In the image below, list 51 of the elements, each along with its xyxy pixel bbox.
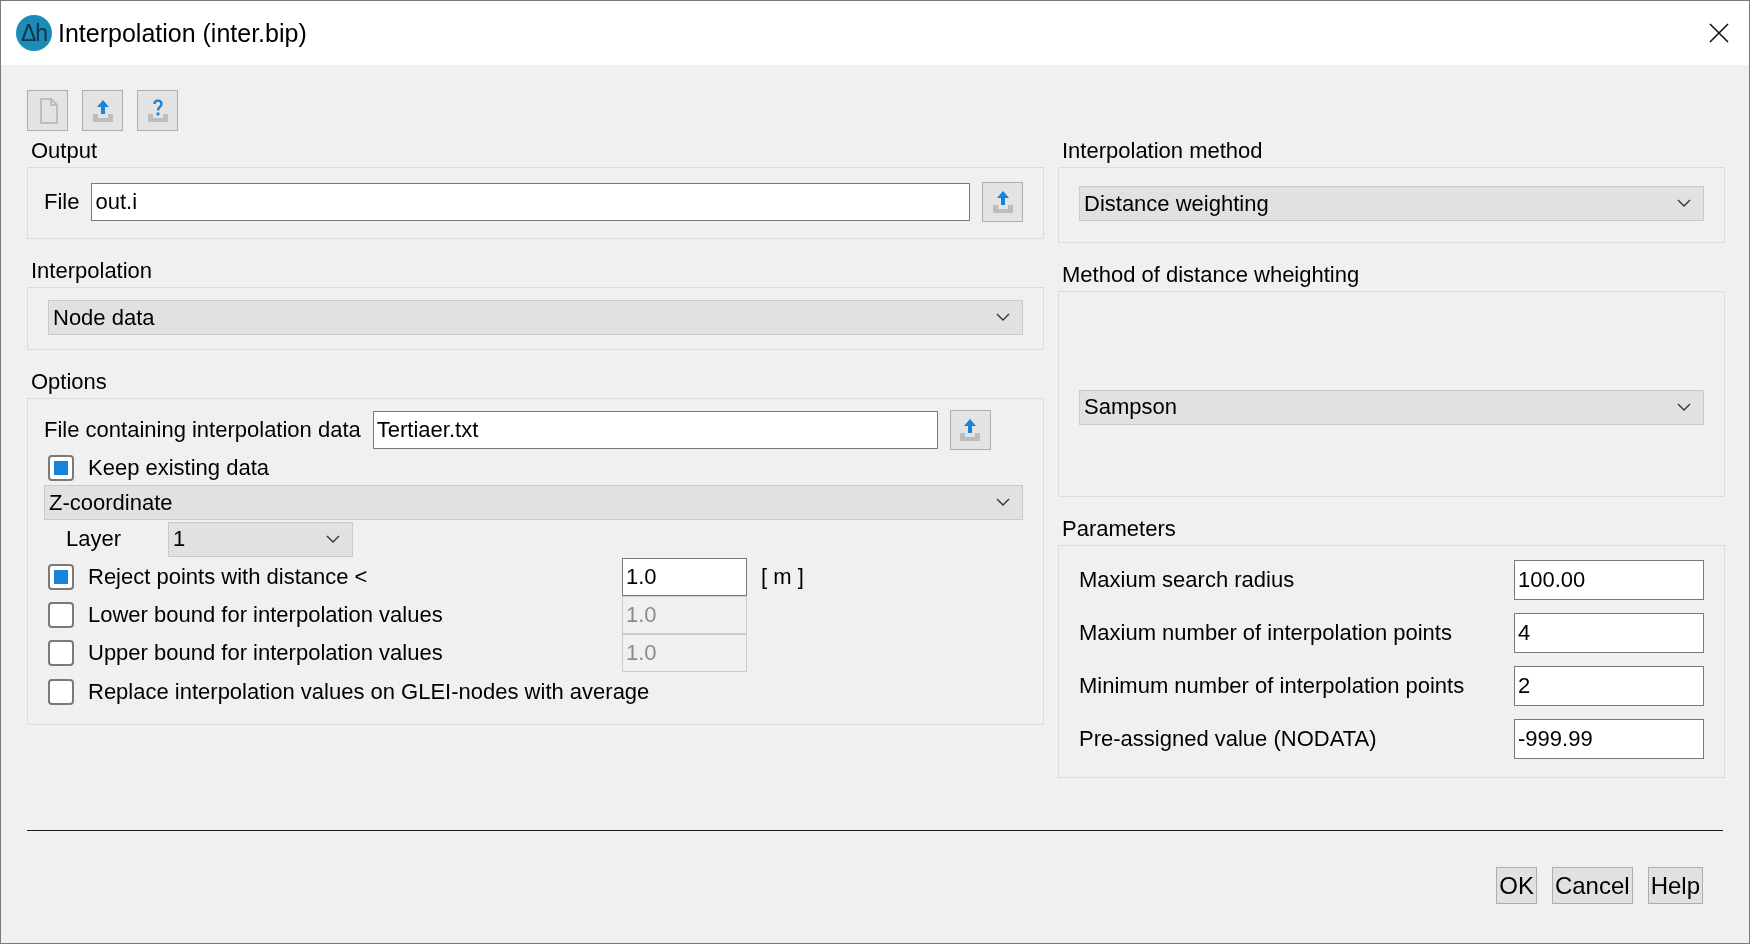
field-label: Pre-assigned value (NODATA) [1079,726,1377,752]
checkbox-label: Upper bound for interpolation values [88,640,444,666]
browse-button[interactable] [949,410,991,450]
close-icon[interactable] [1708,22,1730,44]
dialog-button[interactable]: Cancel [1551,867,1633,904]
checkbox[interactable] [48,602,74,628]
dropdown[interactable]: 1 [168,521,353,557]
input-field[interactable]: Tertiaer.txt [372,411,938,449]
window-title: Interpolation (inter.bip) [58,18,307,48]
input-field[interactable]: 1.0 [622,558,747,596]
checkbox[interactable] [48,679,74,705]
toolbar-button[interactable] [82,90,123,131]
group-title: Interpolation [30,257,154,285]
dropdown[interactable]: Z-coordinate [44,485,1023,520]
checkbox-label: Reject points with distance < [88,564,369,590]
dialog-button[interactable]: OK [1496,867,1537,904]
dropdown[interactable]: Sampson [1079,389,1704,425]
group-title: Parameters [1061,515,1177,543]
field-label: File containing interpolation data [44,417,361,443]
input-field[interactable]: 100.00 [1514,560,1704,600]
browse-button[interactable] [982,182,1023,222]
group-title: Output [30,137,99,165]
field-label: Maxium number of interpolation points [1079,620,1452,646]
chevron-down-icon [1677,402,1691,412]
input-field[interactable]: -999.99 [1514,719,1704,759]
unit-label: [ m ] [761,564,805,590]
dropdown[interactable]: Distance weighting [1079,186,1704,221]
input-field[interactable]: 4 [1514,613,1704,653]
app-logo: Δh [16,15,52,51]
chevron-down-icon [326,534,340,544]
field-label: File [44,189,80,215]
group-title: Method of distance wheighting [1061,261,1361,289]
checkbox[interactable] [48,455,74,481]
checkbox-label: Lower bound for interpolation values [88,602,444,628]
checkbox[interactable] [48,640,74,666]
dialog-button[interactable]: Help [1647,867,1703,904]
chevron-down-icon [996,498,1010,507]
checkbox[interactable] [48,564,74,590]
field-label: Layer [66,526,123,552]
field-label: Maxium search radius [1079,567,1295,593]
input-field[interactable]: out.i [91,183,970,221]
group-title: Options [30,368,108,396]
toolbar-button[interactable] [137,90,178,131]
input-field[interactable]: 2 [1514,666,1704,706]
dropdown[interactable]: Node data [48,300,1023,335]
chevron-down-icon [1677,199,1691,208]
group-title: Interpolation method [1061,137,1264,165]
checkbox-label: Replace interpolation values on GLEI-nodes with average [88,679,651,705]
checkbox-label: Keep existing data [88,455,270,481]
chevron-down-icon [996,313,1010,322]
field-label: Minimum number of interpolation points [1079,673,1465,699]
